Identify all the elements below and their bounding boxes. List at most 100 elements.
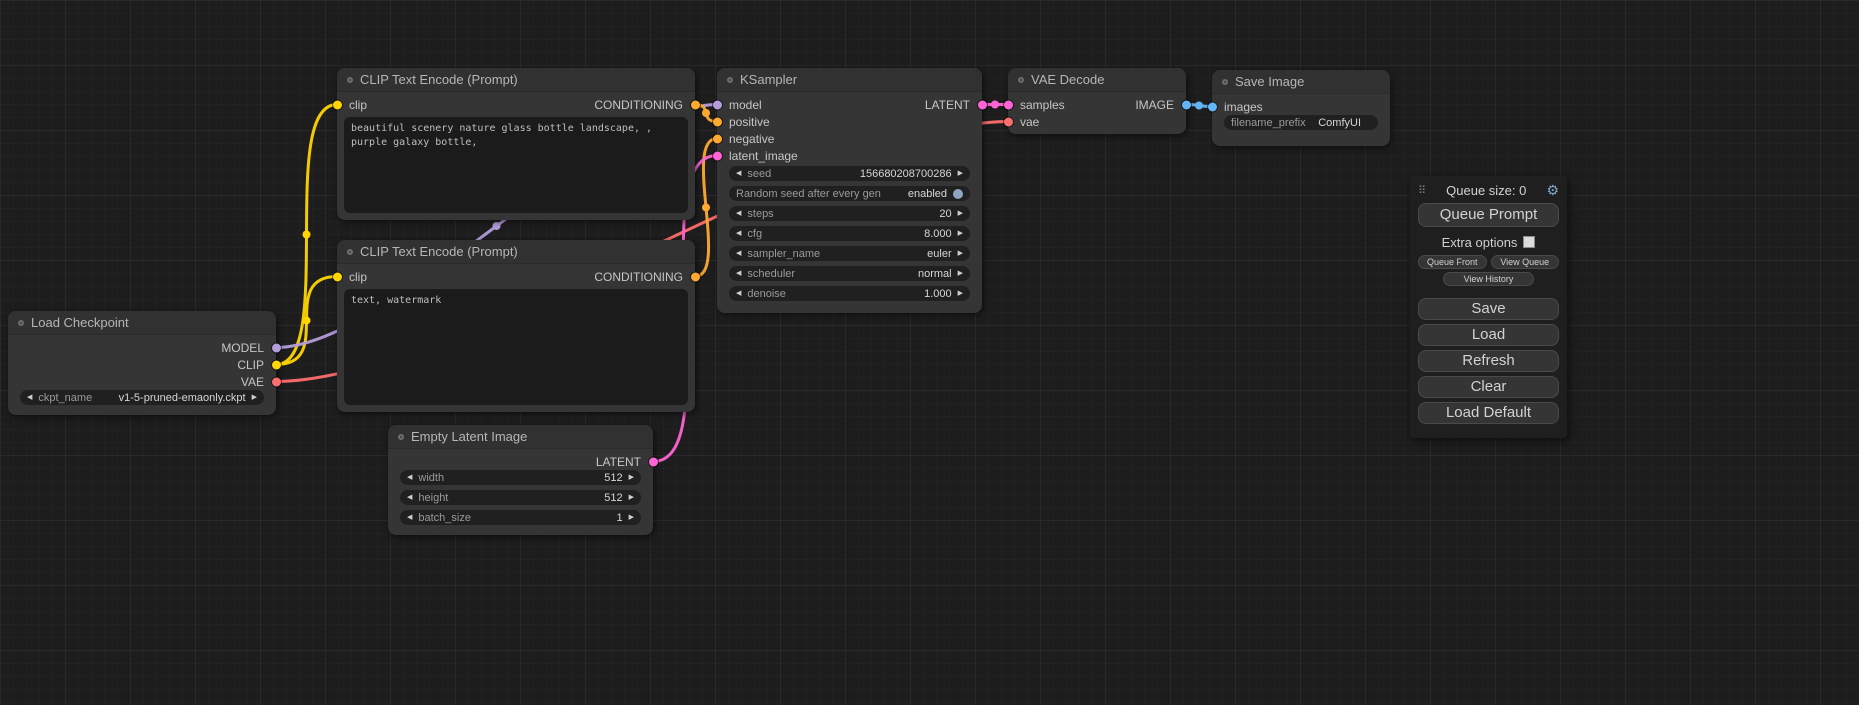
node-clip-text-encode-negative[interactable]: CLIP Text Encode (Prompt) clip CONDITION…: [337, 240, 695, 412]
node-vae-decode[interactable]: VAE Decode samples IMAGE vae: [1008, 68, 1186, 134]
node-title-bar[interactable]: Save Image: [1212, 70, 1390, 94]
toggle-indicator-icon[interactable]: [953, 189, 963, 199]
steps-widget[interactable]: ◀ steps 20 ▶: [729, 206, 970, 221]
node-title: Empty Latent Image: [411, 429, 527, 444]
extra-options-checkbox[interactable]: [1523, 236, 1535, 248]
decrease-arrow-icon[interactable]: ◀: [407, 514, 412, 521]
ckpt-name-widget[interactable]: ◀ ckpt_name v1-5-pruned-emaonly.ckpt ▶: [20, 390, 264, 405]
view-queue-button[interactable]: View Queue: [1491, 255, 1560, 269]
wire-clip-to-negative-clip: [276, 277, 337, 365]
next-value-arrow-icon[interactable]: ▶: [958, 270, 963, 277]
node-title-bar[interactable]: VAE Decode: [1008, 68, 1186, 92]
collapse-dot-icon[interactable]: [18, 320, 24, 326]
positive-prompt-textarea[interactable]: beautiful scenery nature glass bottle la…: [344, 117, 688, 213]
prev-value-arrow-icon[interactable]: ◀: [736, 250, 741, 257]
output-port-conditioning[interactable]: [691, 272, 700, 281]
input-port-positive[interactable]: [713, 117, 722, 126]
input-port-samples[interactable]: [1004, 100, 1013, 109]
increase-arrow-icon[interactable]: ▶: [958, 290, 963, 297]
cfg-widget[interactable]: ◀ cfg 8.000 ▶: [729, 226, 970, 241]
input-slot-label: clip: [349, 270, 367, 284]
seed-widget[interactable]: ◀ seed 156680208700286 ▶: [729, 166, 970, 181]
prev-value-arrow-icon[interactable]: ◀: [736, 270, 741, 277]
view-history-button[interactable]: View History: [1443, 272, 1533, 286]
increase-arrow-icon[interactable]: ▶: [958, 170, 963, 177]
decrease-arrow-icon[interactable]: ◀: [736, 210, 741, 217]
output-slot-label: IMAGE: [1135, 98, 1174, 112]
increase-arrow-icon[interactable]: ▶: [958, 210, 963, 217]
node-save-image[interactable]: Save Image images filename_prefix ComfyU…: [1212, 70, 1390, 146]
filename-prefix-widget[interactable]: filename_prefix ComfyUI: [1224, 115, 1378, 130]
increase-arrow-icon[interactable]: ▶: [629, 494, 634, 501]
node-body: model LATENT positive negative latent_im…: [717, 92, 982, 301]
collapse-dot-icon[interactable]: [1222, 79, 1228, 85]
increase-arrow-icon[interactable]: ▶: [629, 474, 634, 481]
node-body: LATENT ◀ width 512 ▶ ◀ height 512 ▶ ◀ ba…: [388, 449, 653, 525]
output-port-vae[interactable]: [272, 377, 281, 386]
input-port-images[interactable]: [1208, 102, 1217, 111]
input-slot-label: samples: [1020, 98, 1065, 112]
input-port-vae[interactable]: [1004, 117, 1013, 126]
node-title: CLIP Text Encode (Prompt): [360, 244, 518, 259]
input-port-clip[interactable]: [333, 272, 342, 281]
refresh-button[interactable]: Refresh: [1418, 350, 1559, 372]
node-title-bar[interactable]: Empty Latent Image: [388, 425, 653, 449]
output-port-clip[interactable]: [272, 360, 281, 369]
sampler-name-widget[interactable]: ◀ sampler_name euler ▶: [729, 246, 970, 261]
collapse-dot-icon[interactable]: [347, 77, 353, 83]
collapse-dot-icon[interactable]: [347, 249, 353, 255]
collapse-dot-icon[interactable]: [398, 434, 404, 440]
height-widget[interactable]: ◀ height 512 ▶: [400, 490, 641, 505]
node-clip-text-encode-positive[interactable]: CLIP Text Encode (Prompt) clip CONDITION…: [337, 68, 695, 220]
output-port-latent[interactable]: [978, 100, 987, 109]
next-value-arrow-icon[interactable]: ▶: [252, 394, 257, 401]
node-empty-latent-image[interactable]: Empty Latent Image LATENT ◀ width 512 ▶ …: [388, 425, 653, 535]
negative-prompt-textarea[interactable]: text, watermark: [344, 289, 688, 405]
widget-value: 8.000: [924, 228, 952, 240]
node-graph-canvas[interactable]: Load Checkpoint MODEL CLIP VAE ◀ ckpt_na…: [0, 0, 1859, 705]
load-default-button[interactable]: Load Default: [1418, 402, 1559, 424]
clear-button[interactable]: Clear: [1418, 376, 1559, 398]
scheduler-widget[interactable]: ◀ scheduler normal ▶: [729, 266, 970, 281]
output-port-latent[interactable]: [649, 457, 658, 466]
decrease-arrow-icon[interactable]: ◀: [736, 290, 741, 297]
increase-arrow-icon[interactable]: ▶: [629, 514, 634, 521]
slot-row: positive: [717, 113, 982, 130]
queue-front-button[interactable]: Queue Front: [1418, 255, 1487, 269]
random-seed-toggle-widget[interactable]: Random seed after every gen enabled: [729, 186, 970, 201]
next-value-arrow-icon[interactable]: ▶: [958, 250, 963, 257]
drag-handle-icon[interactable]: ⠿: [1418, 184, 1426, 197]
denoise-widget[interactable]: ◀ denoise 1.000 ▶: [729, 286, 970, 301]
node-load-checkpoint[interactable]: Load Checkpoint MODEL CLIP VAE ◀ ckpt_na…: [8, 311, 276, 415]
queue-prompt-button[interactable]: Queue Prompt: [1418, 203, 1559, 227]
output-port-conditioning[interactable]: [691, 100, 700, 109]
queue-panel[interactable]: ⠿ Queue size: 0 ⚙ Queue Prompt Extra opt…: [1410, 176, 1567, 438]
prev-value-arrow-icon[interactable]: ◀: [27, 394, 32, 401]
settings-gear-icon[interactable]: ⚙: [1546, 182, 1559, 199]
width-widget[interactable]: ◀ width 512 ▶: [400, 470, 641, 485]
input-port-latent-image[interactable]: [713, 151, 722, 160]
decrease-arrow-icon[interactable]: ◀: [736, 230, 741, 237]
load-button[interactable]: Load: [1418, 324, 1559, 346]
decrease-arrow-icon[interactable]: ◀: [407, 494, 412, 501]
decrease-arrow-icon[interactable]: ◀: [407, 474, 412, 481]
output-port-image[interactable]: [1182, 100, 1191, 109]
decrease-arrow-icon[interactable]: ◀: [736, 170, 741, 177]
increase-arrow-icon[interactable]: ▶: [958, 230, 963, 237]
collapse-dot-icon[interactable]: [1018, 77, 1024, 83]
node-ksampler[interactable]: KSampler model LATENT positive negative …: [717, 68, 982, 313]
collapse-dot-icon[interactable]: [727, 77, 733, 83]
output-port-model[interactable]: [272, 343, 281, 352]
input-port-clip[interactable]: [333, 100, 342, 109]
node-title-bar[interactable]: KSampler: [717, 68, 982, 92]
input-port-model[interactable]: [713, 100, 722, 109]
node-title-bar[interactable]: CLIP Text Encode (Prompt): [337, 68, 695, 92]
widget-value: 1.000: [924, 288, 952, 300]
save-button[interactable]: Save: [1418, 298, 1559, 320]
node-title-bar[interactable]: Load Checkpoint: [8, 311, 276, 335]
widget-value: 1: [616, 512, 622, 524]
batch-size-widget[interactable]: ◀ batch_size 1 ▶: [400, 510, 641, 525]
extra-options-row: Extra options: [1418, 233, 1559, 251]
input-port-negative[interactable]: [713, 134, 722, 143]
node-title-bar[interactable]: CLIP Text Encode (Prompt): [337, 240, 695, 264]
